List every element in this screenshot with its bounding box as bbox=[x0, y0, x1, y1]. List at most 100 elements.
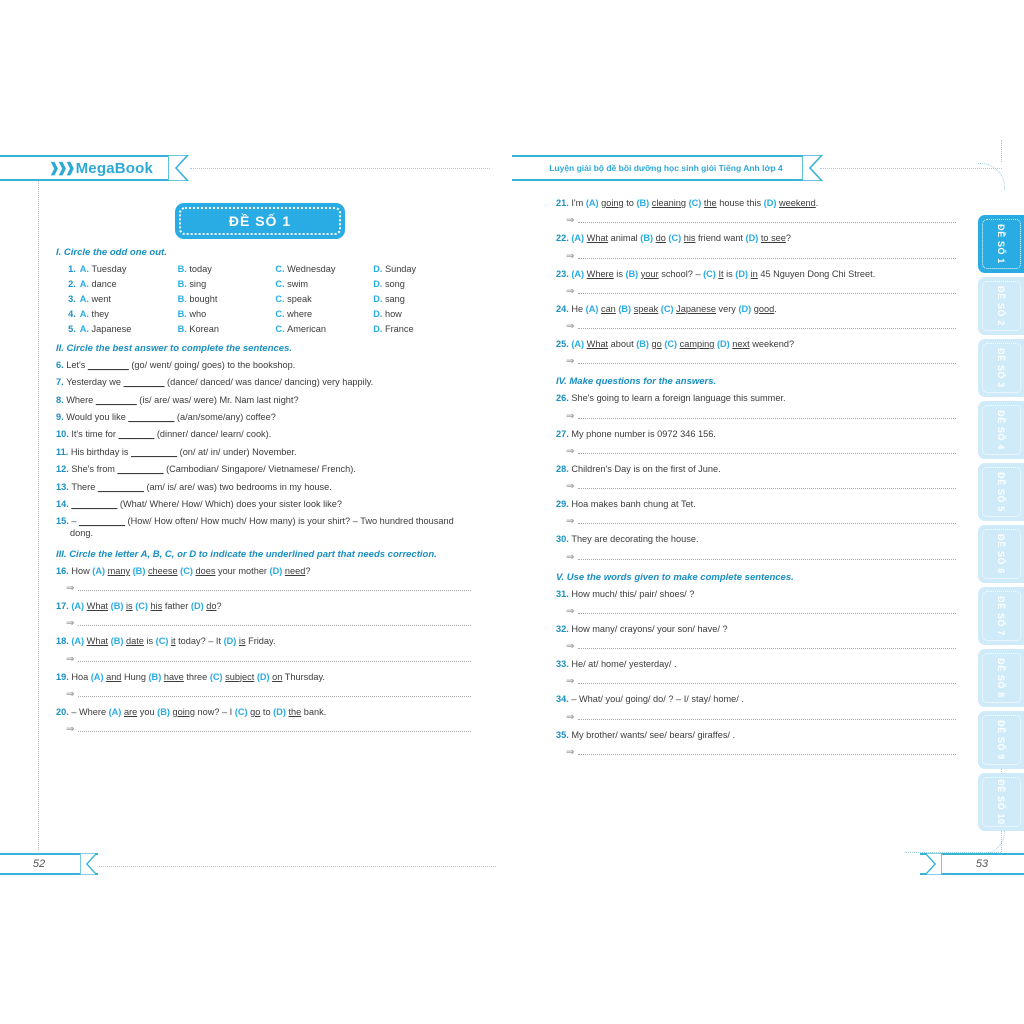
question-text: bank. bbox=[301, 706, 327, 717]
dotted-writing-line[interactable] bbox=[578, 648, 956, 650]
question-text: 45 Nguyen Dong Chi Street. bbox=[757, 268, 876, 279]
side-tab-5[interactable]: ĐỀ SỐ 5 bbox=[978, 463, 1024, 521]
answer-line: ⇒ bbox=[56, 584, 471, 594]
dotted-writing-line[interactable] bbox=[578, 612, 956, 614]
dotted-writing-line[interactable] bbox=[578, 257, 956, 259]
dotted-writing-line[interactable] bbox=[78, 590, 471, 592]
question-number: 19. bbox=[56, 671, 72, 682]
dotted-writing-line[interactable] bbox=[578, 328, 956, 330]
answer-blank: _________ bbox=[117, 464, 164, 475]
option-letter: (C) bbox=[180, 565, 193, 576]
option-text: dance bbox=[91, 279, 117, 289]
option-letter: (D) bbox=[763, 198, 777, 208]
side-tab-4[interactable]: ĐỀ SỐ 4 bbox=[978, 401, 1024, 459]
dotted-writing-line[interactable] bbox=[578, 452, 956, 454]
side-tab-label: ĐỀ SỐ 4 bbox=[996, 410, 1006, 450]
side-tab-2[interactable]: ĐỀ SỐ 2 bbox=[978, 277, 1024, 335]
dotted-writing-line[interactable] bbox=[578, 523, 956, 525]
side-tab-7[interactable]: ĐỀ SỐ 7 bbox=[978, 587, 1024, 645]
question-text-after: (Cambodian/ Singapore/ Vietnamese/ Frenc… bbox=[163, 464, 356, 475]
answer-option: A. went bbox=[80, 294, 178, 304]
side-tab-3[interactable]: ĐỀ SỐ 3 bbox=[978, 339, 1024, 397]
dotted-writing-line[interactable] bbox=[578, 558, 956, 560]
underlined-part: your bbox=[640, 268, 659, 279]
dotted-writing-line[interactable] bbox=[578, 363, 956, 365]
dotted-writing-line[interactable] bbox=[78, 695, 471, 697]
question-text: How much/ this/ pair/ shoes/ ? bbox=[571, 588, 695, 599]
odd-one-out-row: 3. A. went B. bought C. speak D. sang bbox=[56, 294, 471, 304]
question-text-before: There bbox=[71, 481, 98, 492]
dotted-writing-line[interactable] bbox=[578, 718, 956, 720]
question-text: – Where bbox=[71, 706, 109, 717]
dotted-writing-line[interactable] bbox=[578, 417, 956, 419]
fill-blank-question: 11. His birthday is _________ (on/ at/ i… bbox=[56, 447, 471, 459]
answer-option: C. Wednesday bbox=[275, 264, 373, 274]
dotted-writing-line[interactable] bbox=[578, 753, 956, 755]
underlined-part: to see bbox=[760, 233, 786, 244]
underlined-part: go bbox=[250, 706, 261, 717]
option-text: sang bbox=[384, 294, 405, 304]
side-tab-8[interactable]: ĐỀ SỐ 8 bbox=[978, 649, 1024, 707]
exam-side-tabs: ĐỀ SỐ 1 ĐỀ SỐ 2 ĐỀ SỐ 3 ĐỀ SỐ 4 ĐỀ SỐ 5 ĐỀ SỐ… bbox=[978, 215, 1024, 835]
answer-blank: ________ bbox=[87, 360, 129, 370]
question-text: animal bbox=[608, 233, 641, 244]
option-letter: (B) bbox=[148, 671, 162, 682]
option-letter: (B) bbox=[625, 268, 639, 279]
answer-option: D. sang bbox=[373, 294, 471, 304]
error-correction-question: 21. I'm (A) going to (B) cleaning (C) th… bbox=[556, 198, 956, 210]
underlined-part: going bbox=[601, 198, 624, 208]
underlined-part: go bbox=[651, 339, 662, 350]
arrow-icon: ⇒ bbox=[66, 583, 75, 595]
question-text-after: (go/ went/ going/ goes) to the bookshop. bbox=[128, 360, 296, 370]
answer-blank: _________ bbox=[79, 516, 125, 527]
answer-option: A. Japanese bbox=[80, 324, 178, 334]
dotted-writing-line[interactable] bbox=[578, 292, 956, 294]
question-text-after: (What/ Where/ How/ Which) does your sist… bbox=[117, 498, 342, 509]
option-text: song bbox=[384, 279, 405, 289]
option-letter: B. bbox=[177, 324, 190, 334]
question-text: I'm bbox=[571, 198, 586, 208]
underlined-part: good bbox=[753, 303, 775, 314]
answer-blank: _________ bbox=[128, 412, 175, 423]
answer-option: D. how bbox=[373, 309, 471, 319]
side-tab-6[interactable]: ĐỀ SỐ 6 bbox=[978, 525, 1024, 583]
option-letter: (D) bbox=[735, 268, 749, 279]
side-tab-label: ĐỀ SỐ 1 bbox=[996, 224, 1006, 264]
answer-line: ⇒ bbox=[556, 747, 956, 758]
question-text-before: Yesterday we bbox=[66, 377, 124, 388]
arrow-icon: ⇒ bbox=[566, 250, 575, 262]
underlined-part: many bbox=[107, 565, 131, 576]
question-number: 27. bbox=[556, 428, 572, 439]
underlined-part: are bbox=[123, 706, 138, 717]
question-number: 8. bbox=[56, 394, 67, 405]
option-letter: (D) bbox=[716, 339, 730, 350]
side-tab-10[interactable]: ĐỀ SỐ 10 bbox=[978, 773, 1024, 831]
dotted-writing-line[interactable] bbox=[578, 683, 956, 685]
option-text: today bbox=[189, 264, 212, 274]
make-question-prompt: 27. My phone number is 0972 346 156. bbox=[556, 429, 956, 441]
underlined-part: weekend bbox=[779, 198, 816, 208]
question-text: three bbox=[183, 671, 210, 682]
question-text: is bbox=[143, 636, 156, 647]
option-letter: (A) bbox=[71, 636, 85, 647]
right-footer-flag-tail bbox=[920, 853, 946, 875]
dotted-writing-line[interactable] bbox=[578, 222, 956, 224]
side-tab-label: ĐỀ SỐ 5 bbox=[996, 472, 1006, 512]
side-tab-9[interactable]: ĐỀ SỐ 9 bbox=[978, 711, 1024, 769]
word-order-prompt: 31. How much/ this/ pair/ shoes/ ? bbox=[556, 589, 956, 601]
option-letter: D. bbox=[373, 294, 385, 304]
dotted-writing-line[interactable] bbox=[78, 625, 471, 627]
odd-one-out-row: 5. A. Japanese B. Korean C. American D. Fran… bbox=[56, 324, 471, 334]
option-letter: D. bbox=[373, 279, 385, 289]
question-text: How many/ crayons/ your son/ have/ ? bbox=[571, 623, 728, 634]
dotted-writing-line[interactable] bbox=[78, 660, 471, 662]
side-tab-1[interactable]: ĐỀ SỐ 1 bbox=[978, 215, 1024, 273]
option-letter: (B) bbox=[157, 706, 170, 717]
side-tab-label: ĐỀ SỐ 8 bbox=[996, 658, 1006, 698]
side-tab-label: ĐỀ SỐ 6 bbox=[996, 534, 1006, 574]
answer-line: ⇒ bbox=[556, 357, 956, 367]
dotted-writing-line[interactable] bbox=[578, 488, 956, 490]
dotted-writing-line[interactable] bbox=[78, 731, 471, 733]
question-number: 9. bbox=[56, 412, 67, 423]
question-text-after: (dance/ danced/ was dance/ dancing) very… bbox=[164, 377, 374, 388]
